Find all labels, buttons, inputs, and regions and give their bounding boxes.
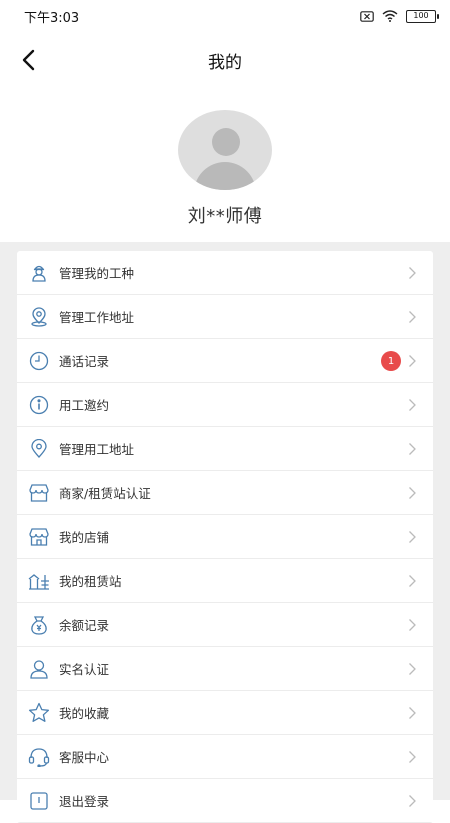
menu-item-label: 我的收藏	[59, 706, 110, 721]
store-icon	[28, 482, 50, 504]
chevron-right-icon	[409, 487, 416, 499]
menu-item-my-shop[interactable]: 我的店铺	[17, 515, 433, 559]
menu-item-manage-trade[interactable]: 管理我的工种	[17, 251, 433, 295]
chevron-right-icon	[409, 443, 416, 455]
chevron-right-icon	[409, 795, 416, 807]
menu-item-my-rental-station[interactable]: 我的租赁站	[17, 559, 433, 603]
menu-item-label: 实名认证	[59, 662, 110, 677]
menu-item-merchant-certification[interactable]: 商家/租赁站认证	[17, 471, 433, 515]
menu-item-label: 管理用工地址	[59, 442, 135, 457]
unread-count-badge: 1	[381, 351, 401, 371]
menu-item-label: 管理工作地址	[59, 310, 135, 325]
profile-section: 刘**师傅	[0, 84, 450, 242]
status-time: 下午3:03	[24, 10, 80, 26]
menu-item-real-name-verification[interactable]: 实名认证	[17, 647, 433, 691]
status-icons: 100	[360, 9, 439, 23]
shop-icon	[28, 526, 50, 548]
back-button[interactable]	[12, 44, 44, 76]
user-icon	[28, 658, 50, 680]
logout-icon	[28, 790, 50, 812]
chevron-right-icon	[409, 311, 416, 323]
map-pin-icon	[28, 438, 50, 460]
menu-item-label: 通话记录	[59, 354, 110, 369]
chevron-right-icon	[409, 619, 416, 631]
menu-item-manage-work-address[interactable]: 管理工作地址	[17, 295, 433, 339]
menu-item-my-favorites[interactable]: 我的收藏	[17, 691, 433, 735]
avatar[interactable]	[178, 110, 272, 190]
menu-item-label: 客服中心	[59, 750, 110, 765]
location-icon	[28, 306, 50, 328]
sim-off-icon	[360, 10, 374, 22]
chevron-right-icon	[409, 575, 416, 587]
wifi-icon	[382, 10, 398, 22]
worker-icon	[28, 262, 50, 284]
menu-item-call-records[interactable]: 通话记录 1	[17, 339, 433, 383]
chevron-right-icon	[409, 531, 416, 543]
battery-indicator: 100	[406, 9, 439, 23]
headset-icon	[28, 746, 50, 768]
menu-item-customer-service[interactable]: 客服中心	[17, 735, 433, 779]
chevron-right-icon	[409, 707, 416, 719]
menu-item-job-invitations[interactable]: 用工邀约	[17, 383, 433, 427]
status-bar: 下午3:03 100	[0, 0, 450, 32]
menu-item-manage-hiring-address[interactable]: 管理用工地址	[17, 427, 433, 471]
menu-item-label: 商家/租赁站认证	[59, 486, 151, 501]
menu-item-label: 我的租赁站	[59, 574, 122, 589]
rental-station-icon	[28, 570, 50, 592]
menu-item-label: 退出登录	[59, 794, 110, 809]
star-icon	[28, 702, 50, 724]
chevron-right-icon	[409, 751, 416, 763]
chevron-right-icon	[409, 399, 416, 411]
chevron-right-icon	[409, 355, 416, 367]
clock-icon	[28, 350, 50, 372]
menu-area: 管理我的工种 管理工作地址 通话记录 1 用工邀约 管理用工地址 商家/租赁站认…	[0, 242, 450, 823]
menu-item-logout[interactable]: 退出登录	[17, 779, 433, 823]
info-icon	[28, 394, 50, 416]
avatar-body-shape	[194, 162, 256, 190]
menu-item-label: 用工邀约	[59, 398, 110, 413]
chevron-right-icon	[409, 267, 416, 279]
menu-item-label: 余额记录	[59, 618, 110, 633]
user-name: 刘**师傅	[187, 206, 263, 227]
menu-item-label: 我的店铺	[59, 530, 110, 545]
menu-list: 管理我的工种 管理工作地址 通话记录 1 用工邀约 管理用工地址 商家/租赁站认…	[17, 251, 433, 823]
chevron-right-icon	[409, 663, 416, 675]
menu-item-label: 管理我的工种	[59, 266, 135, 281]
back-arrow-icon	[22, 49, 35, 71]
nav-bar: 我的	[0, 36, 450, 84]
money-bag-icon	[28, 614, 50, 636]
page-title: 我的	[208, 52, 242, 73]
menu-item-balance-records[interactable]: 余额记录	[17, 603, 433, 647]
avatar-head-shape	[212, 128, 240, 156]
